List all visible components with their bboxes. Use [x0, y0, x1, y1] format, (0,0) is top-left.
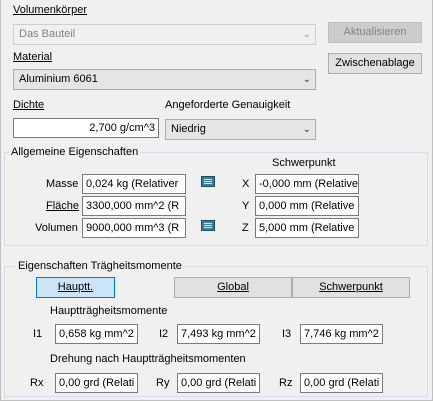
body-label: Volumenkörper [13, 4, 87, 16]
material-label: Material [13, 51, 53, 63]
body-select-value: Das Bauteil [19, 28, 76, 40]
density-field[interactable]: 2,700 g/cm^3 [13, 118, 159, 138]
i2-label: I2 [159, 328, 169, 340]
ry-label: Ry [156, 377, 170, 389]
y-label: Y [242, 200, 250, 212]
density-label: Dichte [13, 99, 45, 111]
i1-field[interactable]: 0,658 kg mm^2 [55, 324, 138, 344]
tab-global-button[interactable]: Global [174, 277, 292, 298]
rx-label: Rx [30, 377, 44, 389]
cog-x-field[interactable]: -0,000 mm (Relative [255, 174, 359, 194]
area-label: Fläche [46, 200, 80, 212]
cog-z-field[interactable]: 5,000 mm (Relative [255, 218, 359, 238]
chevron-down-icon: ⌄ [302, 74, 311, 85]
chevron-down-icon: ⌄ [302, 124, 311, 135]
body-select[interactable]: Das Bauteil ⌄ [13, 24, 316, 45]
tab-global-label: Global [217, 281, 249, 293]
chevron-down-icon: ⌄ [302, 29, 311, 40]
copy-to-clipboard-icon[interactable] [201, 176, 215, 187]
accuracy-select[interactable]: Niedrig ⌄ [165, 119, 316, 140]
cog-title: Schwerpunkt [272, 157, 336, 169]
x-label: X [242, 178, 250, 190]
i2-field[interactable]: 7,493 kg mm^2 [177, 324, 260, 344]
general-properties-title: Allgemeine Eigenschaften [9, 146, 141, 159]
refresh-button[interactable]: Aktualisieren [328, 22, 422, 43]
i3-field[interactable]: 7,746 kg mm^2 [300, 324, 383, 344]
tab-principal-button[interactable]: Hauptt. [36, 277, 115, 298]
tab-cog-button[interactable]: Schwerpunkt [292, 277, 410, 298]
material-select-value: Aluminium 6061 [19, 73, 98, 85]
i3-label: I3 [282, 328, 292, 340]
rz-label: Rz [279, 377, 293, 389]
z-label: Z [242, 222, 249, 234]
cog-y-field[interactable]: 0,000 mm (Relative [255, 196, 359, 216]
mass-label: Masse [46, 178, 79, 190]
tab-principal-label: Hauptt. [57, 281, 94, 293]
i1-label: I1 [33, 328, 43, 340]
ry-field[interactable]: 0,00 grd (Relati [177, 373, 260, 393]
inertia-properties-title: Eigenschaften Trägheitsmomente [16, 260, 184, 273]
material-select[interactable]: Aluminium 6061 ⌄ [13, 69, 316, 90]
accuracy-label: Angeforderte Genauigkeit [165, 99, 291, 111]
tab-cog-label: Schwerpunkt [319, 281, 383, 293]
principal-moments-title: Hauptträgheitsmomente [50, 305, 168, 317]
mass-field[interactable]: 0,024 kg (Relativer [82, 174, 186, 194]
accuracy-select-value: Niedrig [171, 123, 206, 135]
clipboard-button[interactable]: Zwischenablage [328, 53, 422, 74]
rotation-title: Drehung nach Hauptträgheitsmomenten [50, 353, 246, 365]
area-field[interactable]: 3300,000 mm^2 (R [82, 196, 186, 216]
volume-field[interactable]: 9000,000 mm^3 (R [82, 218, 186, 238]
copy-to-clipboard-icon[interactable] [201, 220, 215, 231]
rx-field[interactable]: 0,00 grd (Relati [55, 373, 138, 393]
rz-field[interactable]: 0,00 grd (Relati [300, 373, 383, 393]
volume-label: Volumen [35, 222, 78, 234]
